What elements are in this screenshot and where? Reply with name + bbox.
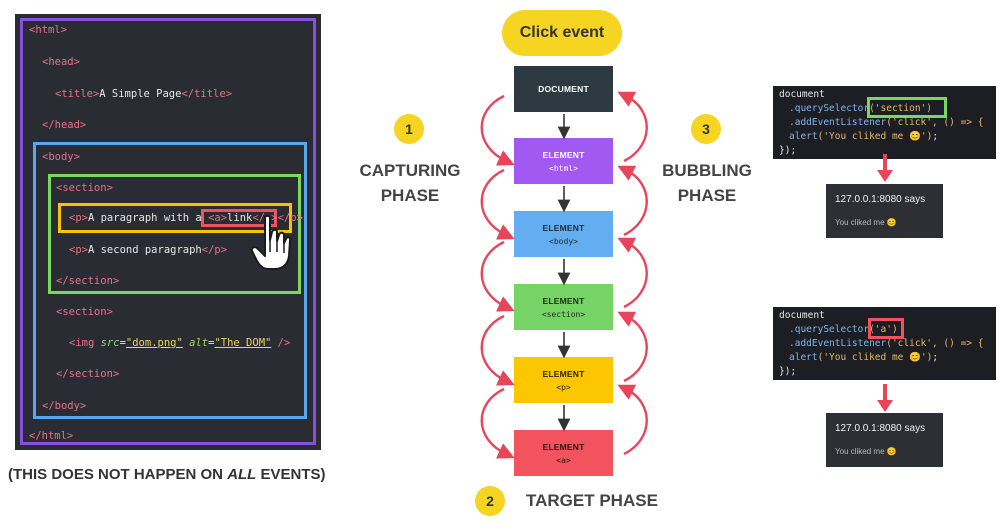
alert1-message: You cliked me 😊 [835, 218, 897, 227]
click-event-pill: Click event [502, 10, 622, 56]
bubbling-phase-label: BUBBLING PHASE [662, 161, 752, 205]
code-line-img: <img src="dom.png" alt="The DOM" /> [69, 337, 291, 349]
capturing-arrows [480, 94, 515, 459]
snippet1-line4: alert('You cliked me 😊'); [789, 131, 939, 142]
hand-pointer-icon [251, 214, 292, 270]
code-line-section2-close: </section> [56, 368, 120, 380]
code-line-body-close: </body> [42, 400, 87, 412]
a-selector-highlight [868, 318, 904, 339]
snippet2-line3: .addEventListener('click', () => { [789, 338, 984, 349]
snippet1-line1: document [779, 89, 825, 100]
alert1-header: 127.0.0.1:8080 says [835, 194, 926, 205]
code-line-title: <title>A Simple Page</title> [55, 88, 233, 100]
capturing-phase-number: 1 [394, 114, 424, 144]
code-line-head-open: <head> [42, 56, 80, 68]
snippet1-line5: }); [779, 145, 797, 156]
code-line-section-close: </section> [56, 275, 120, 287]
code-snippet-a: document .querySelector('a') .addEventLi… [773, 307, 996, 380]
code-line-body-open: <body> [42, 151, 80, 163]
alert2-header: 127.0.0.1:8080 says [835, 423, 926, 434]
capturing-phase-label: CAPTURING PHASE [359, 161, 461, 205]
caption: (THIS DOES NOT HAPPEN ON ALL EVENTS) [8, 466, 326, 483]
code-snippet-section: document .querySelector('section') .addE… [773, 86, 996, 159]
propagation-arrows [480, 91, 648, 459]
alert2-message: You cliked me 😊 [835, 447, 897, 456]
alert-dialog-1: 127.0.0.1:8080 says You cliked me 😊 [826, 184, 943, 238]
snippet2-line4: alert('You cliked me 😊'); [789, 352, 939, 363]
snippet2-line1: document [779, 310, 825, 321]
down-arrow-icon [877, 384, 893, 412]
code-line-html-close: </html> [29, 430, 74, 442]
snippet1-line3: .addEventListener('click', () => { [789, 117, 984, 128]
code-line-section-open: <section> [56, 182, 113, 194]
code-panel: <html> <head> <title>A Simple Page</titl… [15, 14, 321, 450]
alert-dialog-2: 127.0.0.1:8080 says You cliked me 😊 [826, 413, 943, 467]
bubbling-phase-number: 3 [691, 114, 721, 144]
code-line-section2-open: <section> [56, 306, 113, 318]
target-phase-label: TARGET PHASE [526, 491, 658, 510]
section-selector-highlight [867, 97, 947, 118]
snippet2-line5: }); [779, 366, 797, 377]
bubbling-arrows [617, 91, 648, 456]
code-line-html-open: <html> [29, 24, 67, 36]
down-arrow-icon [877, 154, 893, 182]
target-phase-number: 2 [475, 486, 505, 516]
code-line-paragraph-2: <p>A second paragraph</p> [69, 244, 228, 256]
code-line-head-close: </head> [42, 119, 87, 131]
